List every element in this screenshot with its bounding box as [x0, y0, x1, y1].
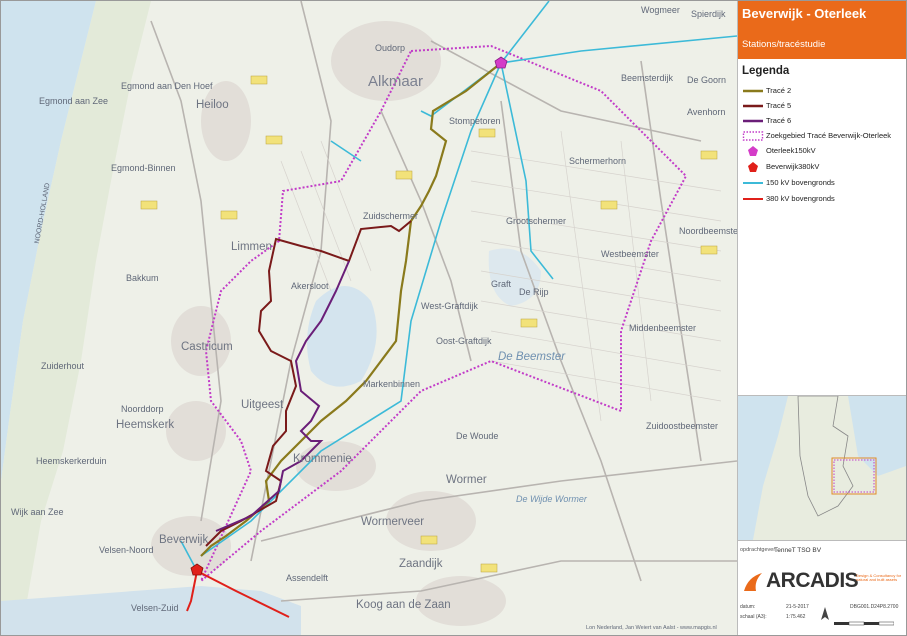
label-wormer: Wormer — [446, 474, 487, 486]
pentagon-icon — [748, 162, 758, 172]
label-heemskerk: Heemskerk — [116, 419, 175, 431]
label-wormerveer: Wormerveer — [361, 516, 425, 528]
trace-5-swatch — [743, 104, 763, 108]
label-oost-graftdijk: Oost-Graftdijk — [436, 336, 492, 346]
search-area-swatch — [742, 131, 764, 141]
map-sheet: Alkmaar Oudorp Egmond aan Zee Egmond aan… — [0, 0, 907, 636]
label-spierdijk: Spierdijk — [691, 9, 726, 19]
legend-label: Beverwijk380kV — [766, 162, 820, 171]
label-graft: Graft — [491, 279, 512, 289]
label-alkmaar: Alkmaar — [368, 73, 424, 90]
alkmaardermeer — [307, 286, 377, 387]
map-subtitle: Stations/tracéstudie — [742, 39, 826, 50]
urban-beverwijk — [151, 516, 231, 576]
label-grootschermer: Grootschermer — [506, 216, 567, 226]
client-label: opdrachtgever — [740, 547, 776, 553]
label-de-rijp: De Rijp — [519, 287, 549, 297]
legend-label: Tracé 5 — [766, 101, 792, 110]
legend-label: Tracé 6 — [766, 116, 792, 125]
label-egmond-binnen: Egmond-Binnen — [111, 163, 176, 173]
legend-label: 380 kV bovengronds — [766, 194, 835, 203]
label-wijde-wormer: De Wijde Wormer — [516, 494, 587, 504]
trace-6-swatch — [743, 119, 763, 123]
title-bar: Beverwijk - Oterleek Stations/tracéstudi… — [738, 1, 906, 59]
legend-label: Oterleek150kV — [766, 146, 816, 155]
datum-label: datum: — [740, 604, 756, 610]
scale-bar — [834, 621, 894, 626]
legend-title: Legenda — [742, 65, 790, 77]
overview-inset-map — [738, 395, 906, 541]
label-zuiderhout: Zuiderhout — [41, 361, 85, 371]
label-limmen: Limmen — [231, 241, 272, 253]
logo-wordmark: ARCADIS — [766, 569, 859, 592]
label-koog: Koog aan de Zaan — [356, 599, 451, 611]
client-name: TenneT TSO BV — [774, 547, 822, 554]
label-heiloo: Heiloo — [196, 99, 229, 111]
label-uitgeest: Uitgeest — [241, 399, 284, 411]
label-de-beemster: De Beemster — [498, 351, 566, 363]
label-markenbinnen: Markenbinnen — [363, 379, 421, 389]
label-de-woude: De Woude — [456, 431, 499, 441]
line-380kv-swatch — [743, 198, 763, 200]
label-zuidschermer: Zuidschermer — [363, 211, 419, 221]
legend-label: 150 kV bovengronds — [766, 178, 835, 187]
label-castricum: Castricum — [181, 341, 233, 353]
label-wogmeer: Wogmeer — [641, 5, 680, 15]
label-assendelft: Assendelft — [286, 573, 329, 583]
label-heemskerkerduin: Heemskerkerduin — [36, 456, 107, 466]
scale-label: schaal (A3): — [740, 614, 767, 620]
label-wijk-aan-zee: Wijk aan Zee — [11, 507, 64, 517]
label-bakkum: Bakkum — [126, 273, 159, 283]
legend-label: Tracé 2 — [766, 86, 792, 95]
arcadis-logo: ARCADIS Design & Consultancy for natural… — [740, 567, 905, 597]
map-credit: Lon Nederland, Jan Weiert van Aalst - ww… — [586, 625, 717, 631]
label-egmond-aan-zee: Egmond aan Zee — [39, 96, 109, 106]
urban-heiloo — [201, 81, 251, 161]
label-avenhorn: Avenhorn — [687, 107, 726, 117]
label-zuidoostbeemster: Zuidoostbeemster — [646, 421, 719, 431]
scale-value: 1:75.462 — [786, 614, 806, 620]
inset-canvas — [738, 396, 906, 540]
label-akersloot: Akersloot — [291, 281, 329, 291]
label-velsen-noord: Velsen-Noord — [99, 545, 154, 555]
arcadis-flame-icon — [744, 573, 762, 591]
label-egmond-hoef: Egmond aan Den Hoef — [121, 81, 213, 91]
label-oudorp: Oudorp — [375, 43, 406, 53]
map-title: Beverwijk - Oterleek — [742, 6, 867, 21]
label-krommenie: Krommenie — [293, 453, 352, 465]
label-zaandijk: Zaandijk — [399, 558, 443, 570]
label-schermerhorn: Schermerhorn — [569, 156, 627, 166]
urban-heemskerk — [166, 401, 226, 461]
logo-tagline: Design & Consultancy for natural and bui… — [856, 573, 902, 583]
line-150kv-swatch — [743, 182, 763, 184]
label-noorddorp: Noorddorp — [121, 404, 164, 414]
datum-value: 21-5-2017 — [786, 604, 809, 610]
trace-2-swatch — [743, 89, 763, 93]
label-westbeemster: Westbeemster — [601, 249, 659, 259]
polder-water — [488, 248, 541, 306]
label-beverwijk: Beverwijk — [159, 534, 209, 546]
label-middenbeemster: Middenbeemster — [629, 323, 697, 333]
doc-number: DBG001.D24P8.2700 — [850, 604, 899, 610]
label-stompetoren: Stompetoren — [449, 116, 501, 126]
label-noordbeemster: Noordbeemster — [679, 226, 737, 236]
north-arrow-icon — [821, 607, 829, 620]
pentagon-icon — [748, 146, 758, 156]
map-canvas — [1, 1, 737, 635]
main-map[interactable]: Alkmaar Oudorp Egmond aan Zee Egmond aan… — [1, 1, 737, 635]
label-beemsterdijk: Beemsterdijk — [621, 73, 674, 83]
label-west-graftdijk: West-Graftdijk — [421, 301, 478, 311]
legend-label: Zoekgebied Tracé Beverwijk-Oterleek — [766, 131, 892, 140]
legend-panel: Beverwijk - Oterleek Stations/tracéstudi… — [737, 1, 906, 635]
label-velsen-zuid: Velsen-Zuid — [131, 603, 179, 613]
label-de-goorn: De Goorn — [687, 75, 727, 85]
